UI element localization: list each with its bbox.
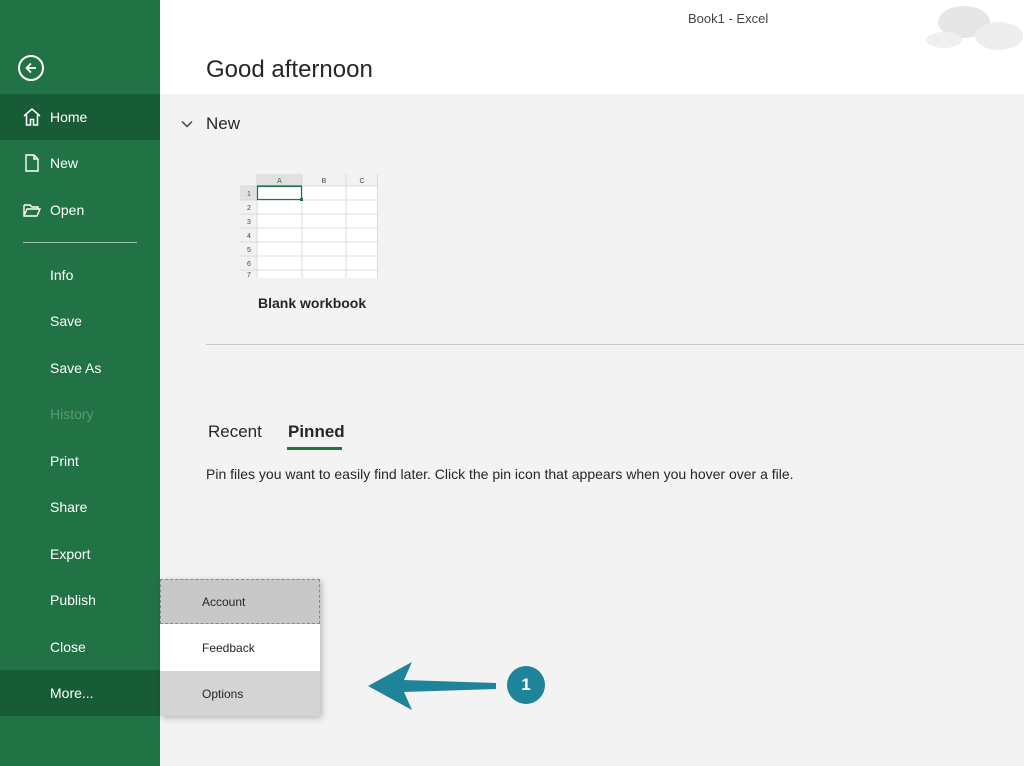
back-arrow-icon — [25, 62, 36, 74]
menu-item-label: Account — [202, 594, 246, 609]
tab-pinned[interactable]: Pinned — [288, 422, 345, 442]
annotation-callout: 1 — [507, 666, 545, 704]
annotation-arrow — [368, 662, 496, 710]
header-decoration — [926, 6, 1023, 50]
sheet-col-header: A — [277, 178, 282, 185]
menu-item-options[interactable]: Options — [160, 671, 320, 716]
menu-item-label: Feedback — [202, 640, 255, 655]
blank-workbook-label[interactable]: Blank workbook — [258, 295, 366, 311]
sidebar-divider — [23, 242, 137, 243]
sidebar-item-label: Info — [50, 267, 74, 283]
backstage-sidebar: Home New Open Info Save Save As History … — [0, 0, 160, 766]
sidebar-item-label: Publish — [50, 592, 96, 608]
sheet-col-header: C — [359, 178, 364, 185]
sidebar-item-label: Save — [50, 313, 82, 329]
pinned-empty-message: Pin files you want to easily find later.… — [206, 466, 794, 482]
sheet-row-header: 2 — [247, 205, 251, 212]
new-file-icon — [25, 154, 39, 172]
sidebar-item-label: Home — [50, 109, 88, 125]
sheet-row-header: 1 — [247, 191, 251, 198]
page-title: Good afternoon — [206, 56, 373, 83]
home-icon — [23, 108, 41, 126]
sheet-row-header: 4 — [247, 233, 251, 240]
back-button[interactable] — [18, 55, 44, 81]
sidebar-item-close[interactable]: Close — [0, 624, 160, 670]
sidebar-item-new[interactable]: New — [0, 140, 160, 186]
sidebar-item-more[interactable]: More... — [0, 670, 160, 716]
new-section-header[interactable]: New — [180, 114, 240, 134]
blank-workbook-thumbnail[interactable]: A B C 1 2 3 4 5 6 7 — [240, 174, 378, 278]
sidebar-item-open[interactable]: Open — [0, 187, 160, 233]
window-title: Book1 - Excel — [688, 11, 769, 26]
sidebar-item-label: Export — [50, 546, 91, 562]
sidebar-item-label: Close — [50, 639, 86, 655]
sidebar-item-print[interactable]: Print — [0, 438, 160, 484]
sidebar-item-label: More... — [50, 685, 94, 701]
chevron-down-icon — [181, 120, 193, 128]
sidebar-item-export[interactable]: Export — [0, 531, 160, 577]
sidebar-item-label: Save As — [50, 360, 102, 376]
new-section-title: New — [206, 114, 241, 133]
sidebar-item-history: History — [0, 391, 160, 437]
sidebar-item-label: Share — [50, 499, 88, 515]
more-menu: Account Feedback Options — [160, 579, 320, 716]
sidebar-item-share[interactable]: Share — [0, 484, 160, 530]
sheet-col-header: B — [322, 178, 327, 185]
tab-recent[interactable]: Recent — [208, 422, 262, 442]
active-tab-indicator — [287, 447, 342, 450]
section-divider — [206, 344, 1024, 345]
sidebar-item-label: Open — [50, 202, 85, 218]
menu-item-label: Options — [202, 686, 244, 701]
sidebar-item-label: Print — [50, 453, 79, 469]
sheet-row-header: 5 — [247, 247, 251, 254]
sheet-row-header: 6 — [247, 261, 251, 268]
menu-item-feedback[interactable]: Feedback — [160, 625, 320, 670]
sidebar-item-save[interactable]: Save — [0, 298, 160, 344]
sidebar-item-label: History — [50, 406, 94, 422]
sheet-row-header: 7 — [247, 272, 251, 278]
sidebar-item-publish[interactable]: Publish — [0, 577, 160, 623]
sidebar-item-save-as[interactable]: Save As — [0, 345, 160, 391]
sidebar-item-home[interactable]: Home — [0, 94, 160, 140]
sheet-row-header: 3 — [247, 219, 251, 226]
sidebar-item-info[interactable]: Info — [0, 252, 160, 298]
menu-item-account[interactable]: Account — [160, 579, 320, 624]
sidebar-item-label: New — [50, 155, 79, 171]
open-folder-icon — [23, 204, 42, 217]
